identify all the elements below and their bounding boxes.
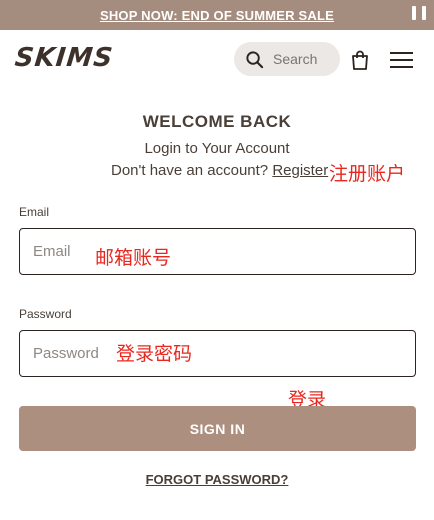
pause-icon[interactable] [412, 6, 426, 22]
search-button[interactable]: Search [234, 42, 340, 76]
brand-logo[interactable]: SKIMS [13, 43, 114, 73]
promo-banner[interactable]: SHOP NOW: END OF SUMMER SALE [0, 0, 434, 30]
search-icon [246, 50, 264, 68]
annotation-password: 登录密码 [116, 343, 193, 365]
promo-banner-link[interactable]: SHOP NOW: END OF SUMMER SALE [100, 8, 334, 23]
email-field-box [19, 228, 416, 275]
sign-in-button[interactable]: SIGN IN [19, 406, 416, 451]
shopping-bag-icon[interactable] [349, 49, 371, 71]
page-title: WELCOME BACK [142, 112, 292, 131]
email-label: Email [19, 205, 50, 219]
site-header: SKIMS Search [0, 30, 434, 88]
password-field[interactable] [33, 331, 403, 376]
hamburger-menu-icon[interactable] [389, 50, 414, 70]
register-link[interactable]: Register [272, 162, 328, 179]
page-subtitle: Login to Your Account [144, 140, 290, 157]
password-field-box [19, 330, 416, 377]
forgot-password-row: FORGOT PASSWORD? [0, 472, 434, 487]
annotation-register: 注册账户 [329, 163, 406, 185]
forgot-password-link[interactable]: FORGOT PASSWORD? [146, 472, 289, 487]
annotation-email: 邮箱账号 [95, 247, 172, 269]
email-field[interactable] [33, 229, 403, 274]
search-label: Search [273, 51, 318, 67]
register-prompt-text: Don't have an account? [111, 162, 269, 179]
password-label: Password [19, 307, 72, 321]
register-prompt: Don't have an account? Register [111, 162, 328, 179]
